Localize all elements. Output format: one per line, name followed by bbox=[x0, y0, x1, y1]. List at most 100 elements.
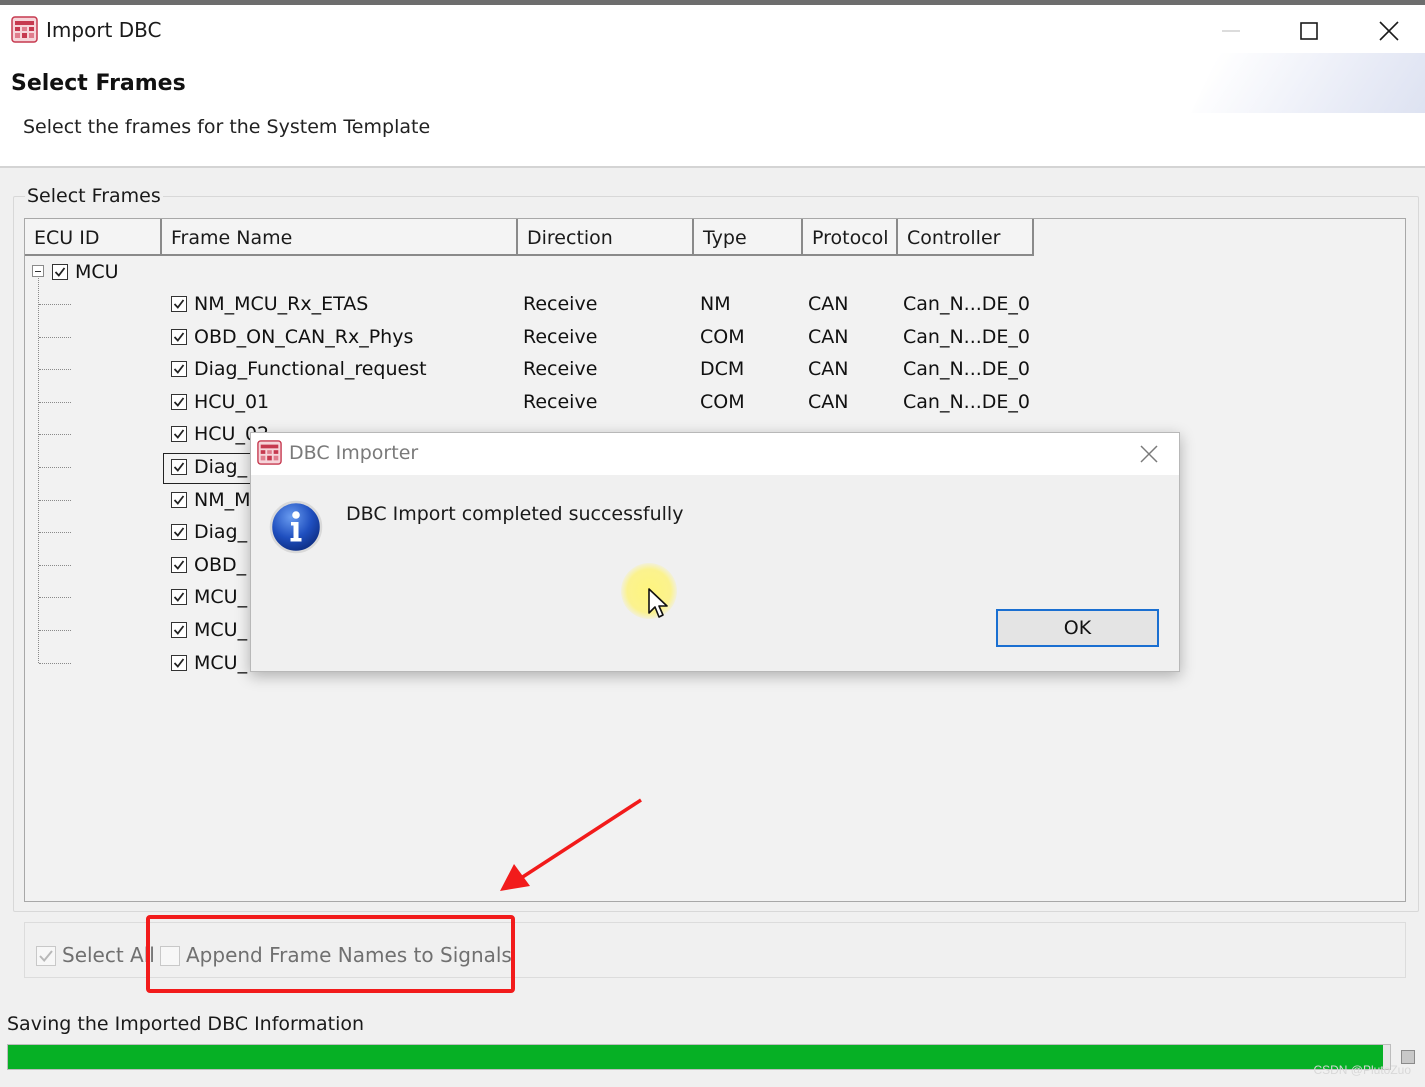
column-header-direction[interactable]: Direction bbox=[518, 219, 694, 256]
table-row[interactable]: Diag_Functional_request Receive DCM CAN Can_… bbox=[25, 353, 1405, 385]
column-header-controller[interactable]: Controller bbox=[898, 219, 1034, 256]
checkmark-icon bbox=[173, 658, 185, 668]
column-header-protocol[interactable]: Protocol bbox=[803, 219, 898, 256]
dbc-importer-dialog: DBC Importer DBC Import completed succes… bbox=[250, 432, 1180, 672]
tree-branch bbox=[39, 369, 71, 371]
checkmark-icon bbox=[173, 560, 185, 570]
tree-branch bbox=[39, 564, 71, 566]
frame-checkbox[interactable] bbox=[171, 393, 187, 410]
type-cell: COM bbox=[700, 325, 745, 348]
column-header-frame-name[interactable]: Frame Name bbox=[162, 219, 518, 256]
annotation-highlight-box bbox=[146, 915, 515, 993]
maximize-button[interactable] bbox=[1274, 9, 1344, 53]
window-title: Import DBC bbox=[46, 18, 162, 42]
frame-name-cell: HCU_01 bbox=[194, 390, 270, 413]
frame-name-cell: NM_M bbox=[194, 488, 251, 511]
protocol-cell: CAN bbox=[808, 325, 849, 348]
frame-name-cell: MCU_ bbox=[194, 619, 248, 641]
controller-cell: Can_N...DE_0 bbox=[903, 358, 1031, 381]
table-row[interactable]: HCU_01 Receive COM CAN Can_N...DE_0 bbox=[25, 386, 1405, 418]
frame-checkbox[interactable] bbox=[171, 524, 187, 541]
tree-branch bbox=[39, 662, 71, 664]
dialog-title: DBC Importer bbox=[289, 442, 419, 464]
type-cell: COM bbox=[700, 390, 745, 413]
frame-checkbox[interactable] bbox=[171, 654, 187, 671]
annotation-arrow-icon bbox=[500, 798, 642, 891]
minimize-icon bbox=[1222, 30, 1240, 32]
close-icon bbox=[1379, 21, 1399, 41]
frame-name-cell: Diag_ bbox=[194, 521, 248, 544]
direction-cell: Receive bbox=[523, 293, 598, 315]
column-header-type[interactable]: Type bbox=[694, 219, 803, 256]
checkmark-icon bbox=[173, 364, 185, 375]
tree-branch bbox=[39, 336, 71, 338]
status-text: Saving the Imported DBC Information bbox=[7, 1013, 365, 1035]
frame-checkbox[interactable] bbox=[171, 556, 187, 573]
tree-branch bbox=[39, 467, 71, 468]
frame-checkbox[interactable] bbox=[171, 491, 187, 508]
progress-stop-icon[interactable] bbox=[1401, 1050, 1415, 1064]
maximize-icon bbox=[1300, 22, 1318, 40]
protocol-cell: CAN bbox=[808, 293, 849, 315]
minimize-button[interactable] bbox=[1196, 9, 1266, 53]
select-all-checkbox[interactable] bbox=[36, 946, 56, 966]
checkmark-icon bbox=[173, 397, 185, 407]
type-cell: NM bbox=[700, 293, 731, 315]
table-header: ECU ID Frame Name Direction Type Protoco… bbox=[25, 219, 1405, 256]
checkmark-icon bbox=[173, 429, 185, 440]
progress-bar bbox=[7, 1044, 1391, 1070]
controller-cell: Can_N...DE_0 bbox=[903, 325, 1031, 348]
dialog-close-button[interactable] bbox=[1133, 439, 1165, 469]
checkmark-icon bbox=[173, 299, 185, 309]
group-label: Select Frames bbox=[25, 185, 163, 207]
close-button[interactable] bbox=[1354, 9, 1424, 53]
checkmark-icon bbox=[173, 592, 185, 603]
ecu-row[interactable]: MCU bbox=[25, 256, 1405, 288]
page-subtitle: Select the frames for the System Templat… bbox=[23, 116, 431, 138]
tree-branch bbox=[39, 304, 71, 305]
row-focus-indicator bbox=[163, 453, 259, 484]
dialog-message: DBC Import completed successfully bbox=[346, 503, 684, 525]
checkmark-icon bbox=[54, 267, 66, 277]
checkmark-icon bbox=[173, 625, 185, 635]
window-titlebar: Import DBC bbox=[0, 5, 1425, 53]
frame-checkbox[interactable] bbox=[171, 296, 187, 312]
direction-cell: Receive bbox=[523, 390, 598, 413]
frame-checkbox[interactable] bbox=[171, 426, 187, 443]
direction-cell: Receive bbox=[523, 358, 598, 381]
tree-branch bbox=[39, 532, 71, 534]
checkmark-icon bbox=[173, 495, 185, 505]
controller-cell: Can_N...DE_0 bbox=[903, 293, 1031, 315]
ecu-checkbox[interactable] bbox=[52, 264, 68, 280]
frame-name-cell: OBD_ON_CAN_Rx_Phys bbox=[194, 325, 414, 348]
frame-name-cell: NM_MCU_Rx_ETAS bbox=[194, 293, 369, 315]
close-icon bbox=[1140, 445, 1158, 463]
column-header-ecu-id[interactable]: ECU ID bbox=[25, 219, 162, 256]
wizard-header: Select Frames Select the frames for the … bbox=[0, 53, 1425, 167]
type-cell: DCM bbox=[700, 358, 745, 381]
ok-button[interactable]: OK bbox=[996, 609, 1159, 647]
protocol-cell: CAN bbox=[808, 390, 849, 413]
checkmark-icon bbox=[39, 950, 53, 963]
tree-branch bbox=[39, 434, 71, 436]
frame-name-cell: OBD_ bbox=[194, 553, 247, 576]
table-row[interactable]: OBD_ON_CAN_Rx_Phys Receive COM CAN Can_N...D… bbox=[25, 321, 1405, 353]
dbc-app-icon bbox=[11, 16, 38, 43]
frame-checkbox[interactable] bbox=[171, 328, 187, 345]
tree-branch bbox=[39, 630, 71, 631]
tree-branch bbox=[39, 499, 71, 501]
dialog-body: DBC Import completed successfully OK bbox=[251, 475, 1179, 671]
frame-checkbox[interactable] bbox=[171, 589, 187, 606]
watermark: CSDN @PlutoZuo bbox=[1313, 1063, 1411, 1077]
dialog-titlebar: DBC Importer bbox=[251, 433, 1179, 475]
table-row[interactable]: NM_MCU_Rx_ETAS Receive NM CAN Can_N...DE_0 bbox=[25, 288, 1405, 320]
checkmark-icon bbox=[173, 332, 185, 342]
direction-cell: Receive bbox=[523, 325, 598, 348]
frame-checkbox[interactable] bbox=[171, 622, 187, 638]
frame-checkbox[interactable] bbox=[171, 361, 187, 378]
header-banner-decoration bbox=[1191, 53, 1425, 113]
page-title: Select Frames bbox=[11, 71, 186, 96]
tree-branch bbox=[39, 401, 71, 403]
frame-name-cell: MCU_ bbox=[194, 586, 248, 609]
protocol-cell: CAN bbox=[808, 358, 849, 381]
